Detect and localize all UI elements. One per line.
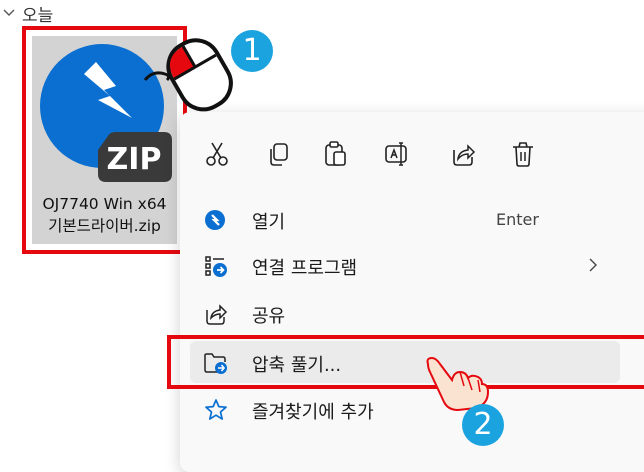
file-name-line2: 기본드라이버.zip xyxy=(48,217,161,235)
step-2-badge: 2 xyxy=(462,404,504,446)
rename-icon[interactable] xyxy=(384,140,410,168)
paste-icon[interactable] xyxy=(322,140,348,168)
menu-item-share[interactable]: 공유 xyxy=(190,292,620,334)
file-name-line1: OJ7740 Win x64 xyxy=(42,195,167,213)
step-1-badge: 1 xyxy=(231,30,273,72)
file-name: OJ7740 Win x64 기본드라이버.zip xyxy=(32,193,177,237)
share-icon[interactable] xyxy=(450,140,476,168)
extract-highlight-box xyxy=(167,335,644,389)
menu-item-label: 연결 프로그램 xyxy=(252,258,358,279)
context-menu: 열기 Enter 연결 프로그램 공유 압축 풀기... 즐겨찾기에 추가 xyxy=(180,112,644,472)
context-menu-toolbar xyxy=(180,136,644,172)
open-icon xyxy=(205,210,225,230)
group-header[interactable]: 오늘 xyxy=(2,2,54,26)
chevron-down-icon xyxy=(3,9,15,16)
menu-item-accelerator: Enter xyxy=(496,210,539,229)
zip-icon-text: ZIP xyxy=(107,142,162,177)
menu-item-add-to-favorites[interactable]: 즐겨찾기에 추가 xyxy=(190,388,620,430)
group-label: 오늘 xyxy=(22,5,54,26)
share-icon xyxy=(206,304,228,325)
menu-item-open-with[interactable]: 연결 프로그램 xyxy=(190,244,620,286)
cut-icon[interactable] xyxy=(204,140,230,168)
menu-item-label: 열기 xyxy=(252,212,286,233)
menu-item-label: 즐겨찾기에 추가 xyxy=(252,402,374,423)
pointing-hand-icon xyxy=(426,356,490,412)
menu-item-open[interactable]: 열기 Enter xyxy=(190,198,620,240)
open-with-icon xyxy=(205,256,227,277)
star-icon xyxy=(205,399,227,420)
menu-item-label: 공유 xyxy=(252,306,286,327)
copy-icon[interactable] xyxy=(266,140,292,168)
delete-icon[interactable] xyxy=(510,140,536,168)
chevron-right-icon xyxy=(589,258,597,272)
